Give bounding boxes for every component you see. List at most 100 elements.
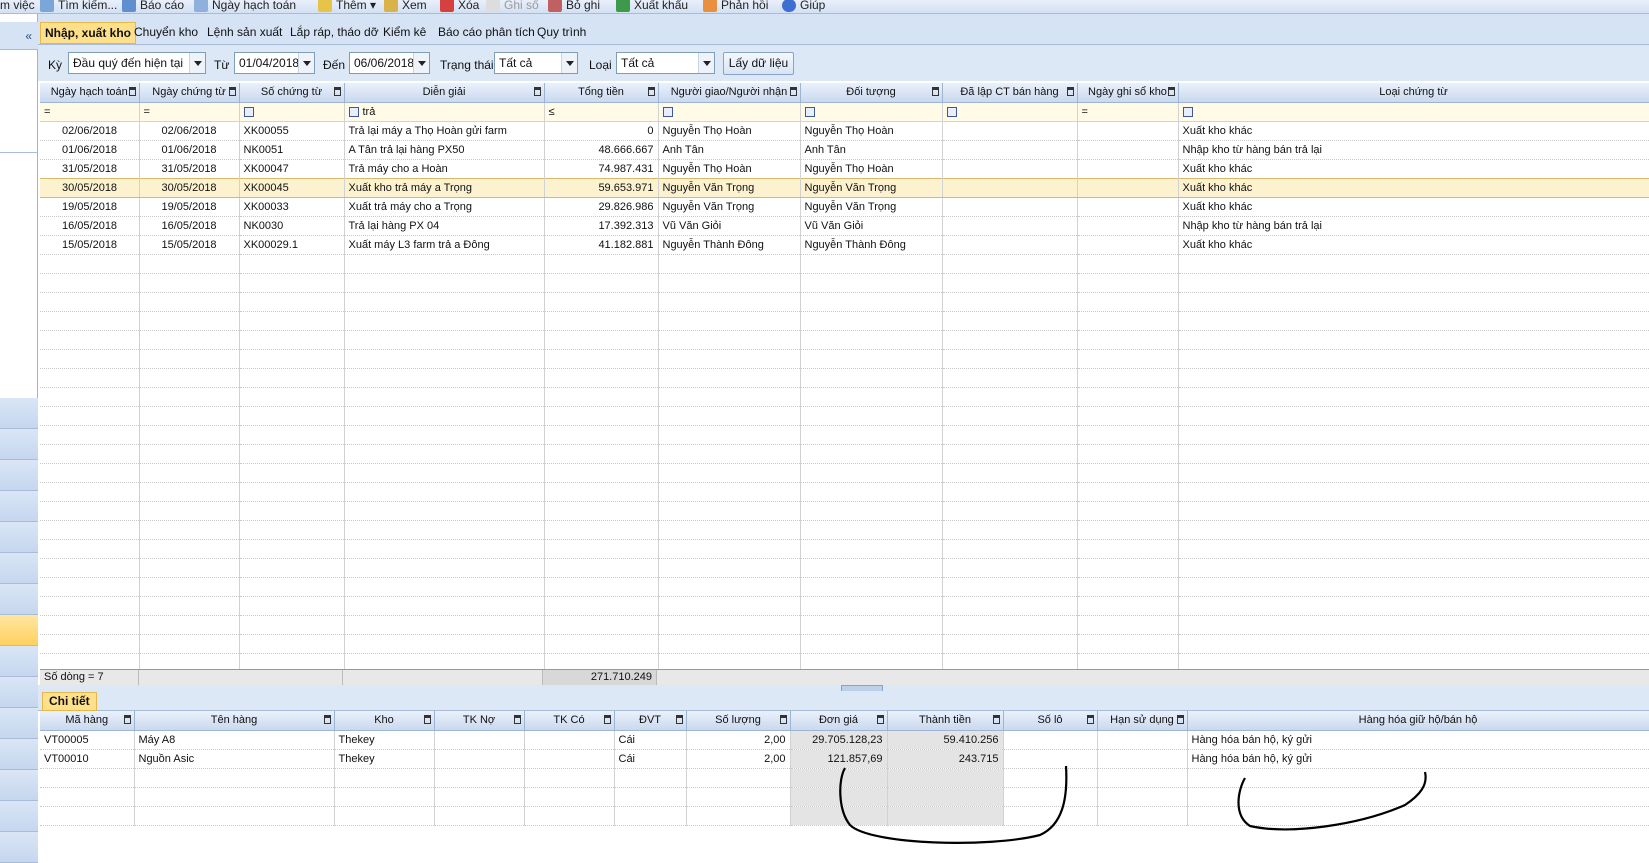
filter-cell[interactable] [1178,102,1649,122]
table-cell[interactable]: 59.653.971 [544,177,659,198]
tab-chi-tiet[interactable]: Chi tiết [42,692,97,711]
table-cell[interactable]: Nguyễn Thọ Hoàn [800,159,943,179]
table-cell[interactable]: Trả lại máy a Thọ Hoàn gửi farm [344,121,545,141]
detail-cell[interactable] [1097,749,1188,769]
table-cell[interactable]: NK0030 [239,216,345,236]
pin-icon[interactable] [323,715,331,724]
filter-cell[interactable]: trả [344,102,545,122]
column-header[interactable]: Loại chứng từ [1178,83,1649,103]
pin-icon[interactable] [779,715,787,724]
table-cell[interactable]: 48.666.667 [544,140,659,160]
table-cell[interactable] [1077,177,1179,198]
filter-cell[interactable] [800,102,943,122]
table-cell[interactable] [1077,216,1179,236]
detail-cell[interactable]: 2,00 [686,730,791,750]
column-header[interactable]: Đối tượng [800,83,943,103]
status-select[interactable]: Tất cả [494,52,578,74]
table-cell[interactable]: 29.826.986 [544,197,659,217]
sidebar-nav-button[interactable] [0,398,38,429]
filter-condition-icon[interactable] [1182,106,1193,117]
filter-cell[interactable]: = [139,102,240,122]
pin-icon[interactable] [603,715,611,724]
chevron-down-icon[interactable] [698,53,714,73]
detail-column-header[interactable]: Kho [334,711,435,731]
detail-column-header[interactable]: Mã hàng [40,711,135,731]
table-cell[interactable]: 15/05/2018 [139,235,240,255]
pin-icon[interactable] [876,715,884,724]
table-row[interactable]: 01/06/2018 01/06/2018 NK0051 A Tân trả lại … [40,140,1649,160]
detail-cell[interactable] [1003,730,1098,750]
filter-cell[interactable] [942,102,1078,122]
detail-cell[interactable]: 2,00 [686,749,791,769]
toolbar-unpost-button[interactable]: Bỏ ghi [548,0,600,13]
sidebar-nav-button[interactable] [0,522,38,553]
table-cell[interactable]: Nguyễn Văn Trọng [800,177,943,198]
table-cell[interactable] [942,197,1078,217]
filter-condition-icon[interactable] [804,106,815,117]
table-cell[interactable] [942,177,1078,198]
sidebar-nav-button-active[interactable] [0,615,38,646]
detail-cell[interactable]: VT00010 [40,749,135,769]
column-header[interactable]: Diễn giải [344,83,545,103]
table-cell[interactable]: 30/05/2018 [139,177,240,198]
table-cell[interactable]: 01/06/2018 [40,140,140,160]
sidebar-nav-button[interactable] [0,491,38,522]
pin-icon[interactable] [1066,87,1074,96]
column-header[interactable]: Tổng tiền [544,83,659,103]
detail-column-header[interactable]: Số lượng [686,711,791,731]
detail-cell[interactable]: Cái [614,730,687,750]
sidebar-nav-button[interactable] [0,677,38,708]
type-select[interactable]: Tất cả [616,52,715,74]
table-row[interactable]: 02/06/2018 02/06/2018 XK00055 Trả lại máy a… [40,121,1649,141]
table-row[interactable]: 30/05/2018 30/05/2018 XK00045 Xuất kho trả … [40,177,1649,198]
pin-icon[interactable] [1176,715,1184,724]
detail-cell[interactable] [524,730,615,750]
table-cell[interactable]: Nguyễn Thành Đông [800,235,943,255]
from-date-field[interactable]: 01/04/2018 [234,52,315,74]
filter-cell[interactable]: = [1077,102,1179,122]
column-header[interactable]: Ngày hạch toán [40,83,140,103]
table-cell[interactable]: Xuất kho khác [1178,197,1649,217]
detail-cell[interactable] [434,730,525,750]
sidebar-nav-button[interactable] [0,708,38,739]
toolbar-workspace[interactable]: m việc [0,0,35,13]
filter-cell[interactable] [239,102,345,122]
sidebar-nav-button[interactable] [0,429,38,460]
detail-column-header[interactable]: Hạn sử dụng [1097,711,1188,731]
table-cell[interactable]: 0 [544,121,659,141]
toolbar-add-button[interactable]: Thêm ▾ [318,0,376,13]
table-cell[interactable]: Nguyễn Thành Đông [658,235,801,255]
detail-column-header[interactable]: Thành tiền [887,711,1004,731]
filter-condition-icon[interactable] [662,106,673,117]
toolbar-delete-button[interactable]: Xóa [440,0,479,13]
detail-cell[interactable]: Hàng hóa bán hộ, ký gửi [1187,730,1649,750]
pin-icon[interactable] [647,87,655,96]
table-cell[interactable]: Xuất kho khác [1178,121,1649,141]
filter-condition-icon[interactable] [348,106,359,117]
table-cell[interactable]: Nguyễn Thọ Hoàn [658,121,801,141]
sidebar-nav-button[interactable] [0,801,38,832]
detail-column-header[interactable]: Số lô [1003,711,1098,731]
table-cell[interactable] [942,121,1078,141]
table-cell[interactable]: 02/06/2018 [40,121,140,141]
tab-chuyen-kho[interactable]: Chuyển kho [130,22,202,44]
filter-condition-icon[interactable] [946,106,957,117]
fetch-data-button[interactable]: Lấy dữ liệu [723,52,794,75]
table-cell[interactable]: 17.392.313 [544,216,659,236]
table-cell[interactable]: Xuất kho trả máy a Trọng [344,177,545,198]
pin-icon[interactable] [123,715,131,724]
pin-icon[interactable] [228,87,236,96]
table-cell[interactable]: XK00047 [239,159,345,179]
detail-column-header[interactable]: Hàng hóa giữ hộ/bán hộ [1187,711,1649,731]
detail-column-header[interactable]: ĐVT [614,711,687,731]
detail-cell[interactable]: Cái [614,749,687,769]
table-cell[interactable]: 15/05/2018 [40,235,140,255]
chevron-down-icon[interactable] [298,53,314,73]
pin-icon[interactable] [1167,87,1175,96]
table-cell[interactable]: Xuất kho khác [1178,235,1649,255]
table-row[interactable]: 16/05/2018 16/05/2018 NK0030 Trả lại hàng P… [40,216,1649,236]
pin-icon[interactable] [1086,715,1094,724]
table-cell[interactable]: 19/05/2018 [40,197,140,217]
table-cell[interactable]: Trả máy cho a Hoàn [344,159,545,179]
pin-icon[interactable] [675,715,683,724]
